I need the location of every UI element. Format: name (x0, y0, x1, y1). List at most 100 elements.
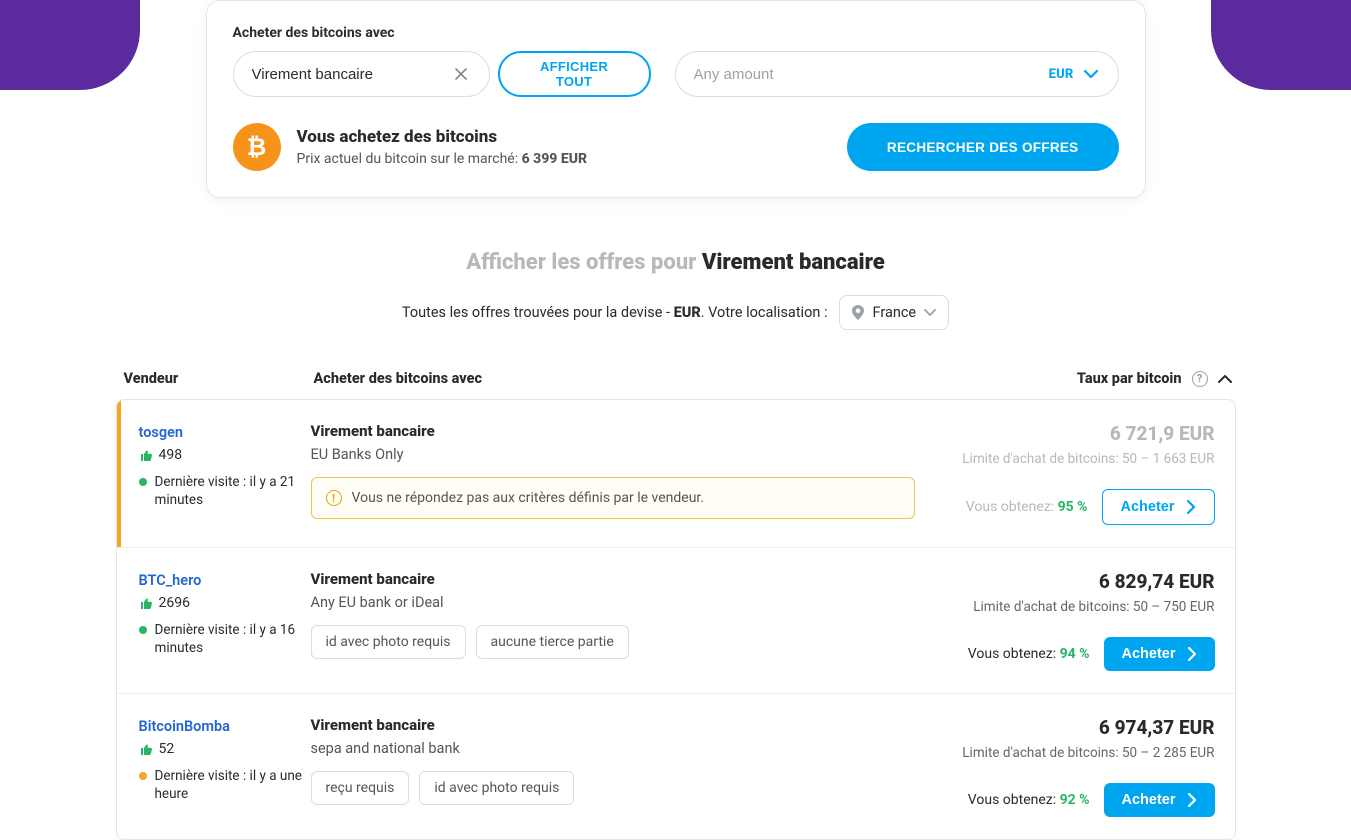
payment-method-input-wrap (233, 51, 490, 97)
rate-value: 6 974,37 EUR (1099, 716, 1215, 739)
vendor-reputation: 52 (139, 741, 311, 757)
limit-text: Limite d'achat de bitcoins: 50 – 2 285 E… (962, 745, 1214, 761)
column-method: Acheter des bitcoins avec (314, 370, 1077, 387)
obtain-text: Vous obtenez: 94 % (968, 646, 1090, 662)
limit-text: Limite d'achat de bitcoins: 50 – 750 EUR (973, 599, 1214, 615)
payment-method-name: Virement bancaire (311, 716, 915, 734)
location-select[interactable]: France (839, 295, 949, 330)
close-icon (455, 68, 467, 80)
reputation-count: 52 (159, 741, 175, 757)
offer-rate-col: 6 721,9 EUR Limite d'achat de bitcoins: … (935, 422, 1215, 525)
last-visit: Dernière visite : il y a une heure (139, 767, 311, 803)
market-price: 6 399 EUR (522, 151, 587, 167)
thumb-up-icon (139, 596, 153, 610)
warning-box: ! Vous ne répondez pas aux critères défi… (311, 477, 915, 519)
buy-button[interactable]: Acheter (1102, 489, 1215, 525)
offer-row: BitcoinBomba 52 Dernière visite : il y a… (117, 693, 1235, 839)
last-visit-text: Dernière visite : il y a 16 minutes (155, 621, 311, 657)
vendor-link[interactable]: tosgen (139, 424, 184, 441)
vendor-link[interactable]: BitcoinBomba (139, 718, 230, 735)
last-visit-text: Dernière visite : il y a 21 minutes (155, 473, 311, 509)
search-label: Acheter des bitcoins avec (233, 25, 1119, 41)
reputation-count: 2696 (159, 595, 190, 611)
obtain-pct: 95 % (1058, 499, 1088, 515)
table-header: Vendeur Acheter des bitcoins avec Taux p… (116, 370, 1236, 399)
currency-select[interactable]: EUR (1035, 67, 1112, 82)
offers-heading-method: Virement bancaire (702, 250, 885, 275)
show-all-button[interactable]: AFFICHER TOUT (498, 51, 651, 97)
payment-method-name: Virement bancaire (311, 570, 915, 588)
offers-heading-prefix: Afficher les offres pour (466, 250, 702, 275)
help-icon[interactable]: ? (1192, 371, 1208, 387)
offers-list: tosgen 498 Dernière visite : il y a 21 m… (116, 399, 1236, 840)
location-row: Toutes les offres trouvées pour la devis… (116, 295, 1236, 330)
last-visit: Dernière visite : il y a 21 minutes (139, 473, 311, 509)
location-name: France (872, 304, 916, 321)
offer-rate-col: 6 974,37 EUR Limite d'achat de bitcoins:… (935, 716, 1215, 817)
buy-button[interactable]: Acheter (1104, 783, 1215, 817)
search-offers-button[interactable]: RECHERCHER DES OFFRES (847, 123, 1119, 171)
buy-subtitle: Prix actuel du bitcoin sur le marché: 6 … (297, 151, 588, 167)
payment-method-detail: EU Banks Only (311, 446, 915, 463)
clear-method-button[interactable] (451, 68, 471, 80)
payment-method-detail: Any EU bank or iDeal (311, 594, 915, 611)
status-dot-icon (139, 626, 147, 634)
offer-tag: reçu requis (311, 771, 410, 805)
status-dot-icon (139, 478, 147, 486)
warning-text: Vous ne répondez pas aux critères défini… (352, 490, 705, 506)
warning-icon: ! (326, 490, 342, 506)
offer-tag: id avec photo requis (311, 625, 466, 659)
offer-vendor-col: BitcoinBomba 52 Dernière visite : il y a… (117, 716, 311, 817)
offer-method-col: Virement bancaire sepa and national bank… (311, 716, 935, 817)
location-currency: EUR (674, 304, 701, 321)
chevron-right-icon (1188, 793, 1197, 807)
tag-row: reçu requis id avec photo requis (311, 771, 915, 805)
vendor-reputation: 2696 (139, 595, 311, 611)
offer-method-col: Virement bancaire EU Banks Only ! Vous n… (311, 422, 935, 525)
buy-button-label: Acheter (1121, 499, 1175, 515)
location-text: Toutes les offres trouvées pour la devis… (402, 304, 828, 321)
tag-row: id avec photo requis aucune tierce partie (311, 625, 915, 659)
rate-value: 6 829,74 EUR (1099, 570, 1215, 593)
last-visit-text: Dernière visite : il y a une heure (155, 767, 311, 803)
vendor-reputation: 498 (139, 447, 311, 463)
buy-button-label: Acheter (1122, 646, 1176, 662)
obtain-text: Vous obtenez: 92 % (968, 792, 1090, 808)
thumb-up-icon (139, 448, 153, 462)
payment-method-name: Virement bancaire (311, 422, 915, 440)
column-rate-sort[interactable]: Taux par bitcoin ? (1077, 370, 1232, 387)
offer-tag: aucune tierce partie (476, 625, 629, 659)
offer-tag: id avec photo requis (419, 771, 574, 805)
obtain-pct: 92 % (1060, 792, 1090, 808)
offer-vendor-col: tosgen 498 Dernière visite : il y a 21 m… (117, 422, 311, 525)
obtain-pct: 94 % (1060, 646, 1090, 662)
buy-button[interactable]: Acheter (1104, 637, 1215, 671)
limit-text: Limite d'achat de bitcoins: 50 – 1 663 E… (962, 451, 1214, 467)
offer-row: BTC_hero 2696 Dernière visite : il y a 1… (117, 547, 1235, 693)
thumb-up-icon (139, 742, 153, 756)
last-visit: Dernière visite : il y a 16 minutes (139, 621, 311, 657)
column-vendor: Vendeur (120, 370, 314, 387)
offers-heading: Afficher les offres pour Virement bancai… (116, 250, 1236, 275)
chevron-right-icon (1187, 500, 1196, 514)
amount-input-group: EUR (675, 51, 1119, 97)
currency-label: EUR (1049, 67, 1074, 82)
bitcoin-icon: ₿ (233, 123, 281, 171)
status-dot-icon (139, 772, 147, 780)
chevron-right-icon (1188, 647, 1197, 661)
payment-method-detail: sepa and national bank (311, 740, 915, 757)
buy-subtitle-prefix: Prix actuel du bitcoin sur le marché: (297, 151, 522, 167)
buy-button-label: Acheter (1122, 792, 1176, 808)
search-card: Acheter des bitcoins avec AFFICHER TOUT … (206, 0, 1146, 198)
chevron-down-icon (1084, 70, 1098, 79)
vendor-link[interactable]: BTC_hero (139, 572, 202, 589)
chevron-up-icon (1218, 374, 1232, 383)
offer-method-col: Virement bancaire Any EU bank or iDeal id… (311, 570, 935, 671)
offer-rate-col: 6 829,74 EUR Limite d'achat de bitcoins:… (935, 570, 1215, 671)
amount-input[interactable] (694, 66, 1035, 83)
chevron-down-icon (924, 309, 936, 317)
offer-vendor-col: BTC_hero 2696 Dernière visite : il y a 1… (117, 570, 311, 671)
column-rate-label: Taux par bitcoin (1077, 370, 1182, 387)
payment-method-input[interactable] (252, 66, 451, 83)
reputation-count: 498 (159, 447, 183, 463)
